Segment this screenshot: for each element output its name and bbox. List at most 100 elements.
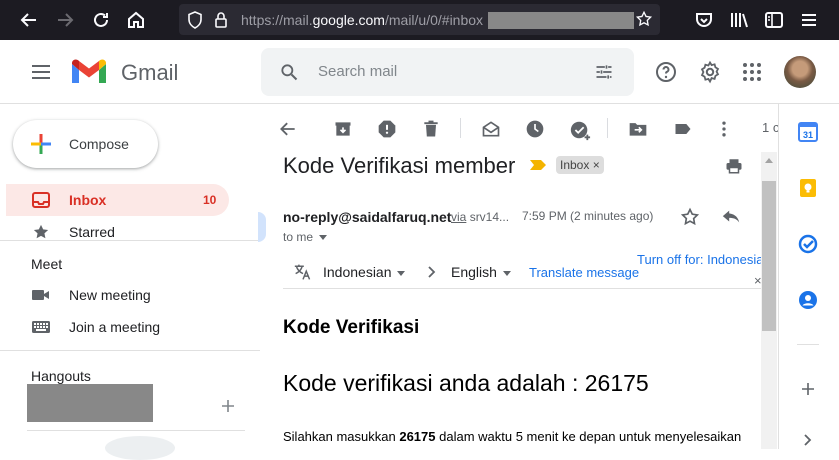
menu-icon[interactable] [797,8,821,32]
report-spam-icon[interactable] [377,119,397,139]
hangouts-heading: Hangouts [31,368,91,384]
tasks-icon[interactable] [798,234,818,254]
scroll-up-arrow-icon[interactable] [764,156,774,164]
body-text: Silahkan masukkan [283,429,400,444]
settings-gear-icon[interactable] [698,60,722,84]
target-language-select[interactable]: English [451,264,511,280]
expand-panel-chevron-icon[interactable] [803,433,813,447]
email-timestamp: 7:59 PM (2 minutes ago) [522,209,654,223]
compose-button[interactable]: Compose [13,120,158,168]
sidebar-divider [0,240,260,241]
browser-toolbar: https://mail.google.com/mail/u/0/#inbox [0,0,839,40]
snooze-clock-icon[interactable] [525,119,545,139]
reply-icon[interactable] [720,207,742,227]
bookmark-star-icon[interactable] [635,10,653,28]
chevron-down-icon [397,270,406,276]
source-language-select[interactable]: Indonesian [323,264,406,280]
gmail-logo-icon[interactable] [70,58,108,86]
label-chip-text: Inbox [560,158,590,172]
home-icon[interactable] [124,8,148,32]
search-icon[interactable] [279,62,299,82]
label-chip-inbox[interactable]: Inbox × [556,156,604,174]
chevron-down-icon [502,270,511,276]
redacted-hangouts-user [27,384,153,422]
search-input[interactable]: Search mail [261,48,634,96]
star-icon[interactable] [32,223,50,241]
header-divider [0,103,839,104]
recipient-details[interactable]: to me [283,230,328,244]
translate-message-link[interactable]: Translate message [529,265,639,280]
target-language-label: English [451,264,497,280]
important-marker-icon[interactable] [529,158,547,172]
body-text: dalam waktu 5 menit ke depan untuk menye… [435,429,742,444]
svg-text:31: 31 [803,130,813,140]
help-icon[interactable] [654,60,678,84]
label-icon[interactable] [673,119,693,139]
lock-icon[interactable] [214,11,228,29]
side-panel-bar: 31 [778,104,839,449]
compose-plus-icon [29,132,53,156]
sidebar-item-new-meeting[interactable]: New meeting [69,287,151,303]
star-message-icon[interactable] [680,207,700,227]
redacted-url-block [488,12,634,29]
recipient-text: to me [283,230,314,244]
pager-text: 1 c [762,120,780,135]
sidebar-item-inbox[interactable]: Inbox 10 [6,184,229,216]
body-paragraph: Silahkan masukkan 26175 dalam waktu 5 me… [283,429,741,444]
recipient-dropdown-icon[interactable] [319,235,328,241]
contacts-icon[interactable] [798,290,818,310]
hangouts-placeholder-graphic [105,436,175,460]
gmail-header: Gmail Search mail [0,40,839,104]
delete-trash-icon[interactable] [421,119,441,139]
gmail-logo-text[interactable]: Gmail [121,60,178,86]
remove-label-icon[interactable]: × [593,158,600,172]
meet-heading: Meet [31,256,63,272]
address-bar[interactable]: https://mail.google.com/mail/u/0/#inbox [179,4,660,35]
inbox-icon [32,192,50,208]
body-heading: Kode Verifikasi [283,317,420,338]
search-options-icon[interactable] [594,62,614,82]
sidebar-item-starred[interactable]: Starred [69,224,115,240]
add-to-tasks-icon[interactable] [569,119,591,141]
sender-email[interactable]: no-reply@saidalfaruq.net [283,209,451,225]
mark-unread-icon[interactable] [481,119,501,139]
side-panel-divider [797,344,819,345]
via-label: via srv14... [451,210,509,224]
via-link[interactable]: via [451,210,466,224]
shield-icon[interactable] [187,11,203,29]
video-camera-icon [32,288,50,302]
verification-code-line: Kode verifikasi anda adalah : 26175 [283,370,649,396]
via-domain: srv14... [469,210,510,224]
calendar-icon[interactable]: 31 [798,122,818,142]
url-text[interactable]: https://mail.google.com/mail/u/0/#inbox [241,12,483,28]
reload-icon[interactable] [89,8,113,32]
more-options-icon[interactable] [714,119,734,139]
print-icon[interactable] [725,157,743,175]
search-placeholder[interactable]: Search mail [318,63,397,80]
sidebar-divider [0,350,260,351]
scrollbar-thumb[interactable] [762,181,776,331]
library-icon[interactable] [727,8,751,32]
main-menu-icon[interactable] [29,60,53,84]
account-avatar[interactable] [784,56,816,88]
back-to-inbox-icon[interactable] [278,119,298,139]
turn-off-translation-link[interactable]: Turn off for: Indonesia [637,252,763,267]
sidebar-toggle-icon[interactable] [762,8,786,32]
sidebar-item-join-meeting[interactable]: Join a meeting [69,319,160,335]
forward-icon[interactable] [53,8,77,32]
archive-icon[interactable] [333,119,353,139]
panel-edge-marker [258,212,266,242]
back-icon[interactable] [17,8,41,32]
move-to-icon[interactable] [628,119,648,139]
sidebar-divider [27,430,245,431]
email-subject: Kode Verifikasi member [283,153,516,178]
pocket-icon[interactable] [692,8,716,32]
keep-icon[interactable] [798,178,818,198]
source-language-label: Indonesian [323,264,392,280]
get-addons-plus-icon[interactable] [801,382,815,396]
sidebar-item-label: Inbox [69,192,107,208]
compose-label: Compose [69,136,129,152]
apps-grid-icon[interactable] [740,60,764,84]
add-hangout-icon[interactable] [221,399,235,413]
chevron-right-icon [426,266,436,278]
